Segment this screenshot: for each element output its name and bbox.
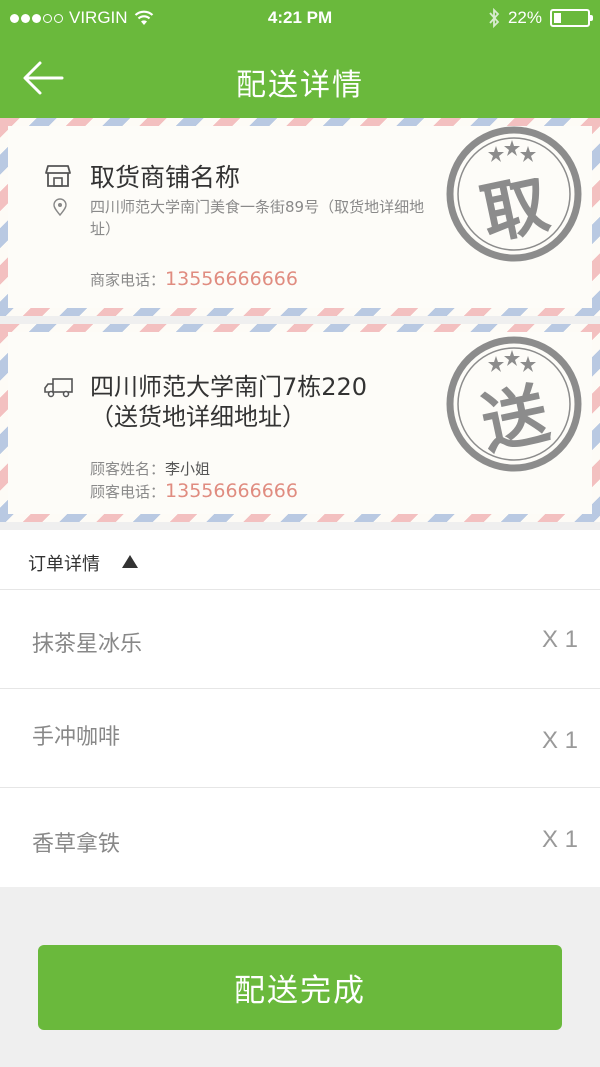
customer-phone-row: 顾客电话： 13556666666 bbox=[90, 480, 298, 502]
pickup-card-body: 取货商铺名称 四川师范大学南门美食一条街89号（取货地详细地址） 商家电话： 1… bbox=[8, 126, 592, 308]
delivery-address: 四川师范大学南门7栋220 （送货地详细地址） bbox=[90, 372, 430, 432]
delivery-card-body: 四川师范大学南门7栋220 （送货地详细地址） 顾客姓名： 李小姐 顾客电话： … bbox=[8, 332, 592, 514]
item-name: 手冲咖啡 bbox=[32, 725, 121, 750]
shop-phone-row: 商家电话： 13556666666 bbox=[90, 268, 298, 290]
delivery-stamp-icon: 送 bbox=[446, 336, 582, 472]
battery-icon bbox=[550, 9, 593, 27]
location-pin-icon bbox=[53, 198, 67, 216]
pickup-stamp-char: 取 bbox=[475, 165, 556, 254]
pickup-card: 取货商铺名称 四川师范大学南门美食一条街89号（取货地详细地址） 商家电话： 1… bbox=[0, 118, 600, 316]
order-details: 订单详情 抹茶星冰乐 X 1 手冲咖啡 X 1 香草拿铁 X 1 bbox=[0, 530, 600, 887]
complete-delivery-button[interactable]: 配送完成 bbox=[38, 945, 562, 1030]
item-name: 抹茶星冰乐 bbox=[32, 632, 143, 657]
customer-name-row: 顾客姓名： 李小姐 bbox=[90, 458, 210, 479]
page-title: 配送详情 bbox=[236, 68, 364, 103]
customer-name-label: 顾客姓名： bbox=[90, 460, 166, 478]
list-item: 香草拿铁 X 1 bbox=[0, 788, 600, 887]
delivery-address-line2: （送货地详细地址） bbox=[90, 403, 306, 431]
delivery-truck-icon bbox=[44, 378, 73, 398]
item-name: 香草拿铁 bbox=[32, 832, 121, 857]
battery-level bbox=[554, 13, 561, 23]
shop-name: 取货商铺名称 bbox=[90, 163, 241, 192]
item-qty: X 1 bbox=[541, 826, 578, 853]
item-qty: X 1 bbox=[541, 727, 578, 754]
pickup-stamp-icon: 取 bbox=[446, 126, 582, 262]
customer-name: 李小姐 bbox=[165, 460, 211, 478]
customer-phone[interactable]: 13556666666 bbox=[165, 480, 298, 502]
battery-percent: 22% bbox=[507, 8, 542, 27]
shop-icon bbox=[45, 165, 71, 187]
collapse-triangle-icon[interactable] bbox=[122, 555, 138, 568]
bluetooth-icon bbox=[489, 8, 500, 28]
customer-phone-label: 顾客电话： bbox=[90, 483, 166, 501]
status-bar: VIRGIN 4:21 PM 22% bbox=[0, 0, 600, 36]
order-details-title: 订单详情 bbox=[28, 554, 100, 575]
list-item: 抹茶星冰乐 X 1 bbox=[0, 590, 600, 689]
shop-phone-label: 商家电话： bbox=[90, 271, 166, 289]
item-qty: X 1 bbox=[541, 626, 578, 653]
delivery-address-line1: 四川师范大学南门7栋220 bbox=[90, 373, 368, 401]
order-details-header[interactable]: 订单详情 bbox=[0, 530, 600, 590]
pickup-address: 四川师范大学南门美食一条街89号（取货地详细地址） bbox=[90, 198, 425, 238]
delivery-card: 四川师范大学南门7栋220 （送货地详细地址） 顾客姓名： 李小姐 顾客电话： … bbox=[0, 324, 600, 522]
list-item: 手冲咖啡 X 1 bbox=[0, 689, 600, 788]
delivery-stamp-char: 送 bbox=[475, 375, 556, 464]
nav-bar: 配送详情 bbox=[0, 36, 600, 118]
status-right: 22% bbox=[488, 8, 593, 28]
shop-phone[interactable]: 13556666666 bbox=[165, 268, 298, 290]
